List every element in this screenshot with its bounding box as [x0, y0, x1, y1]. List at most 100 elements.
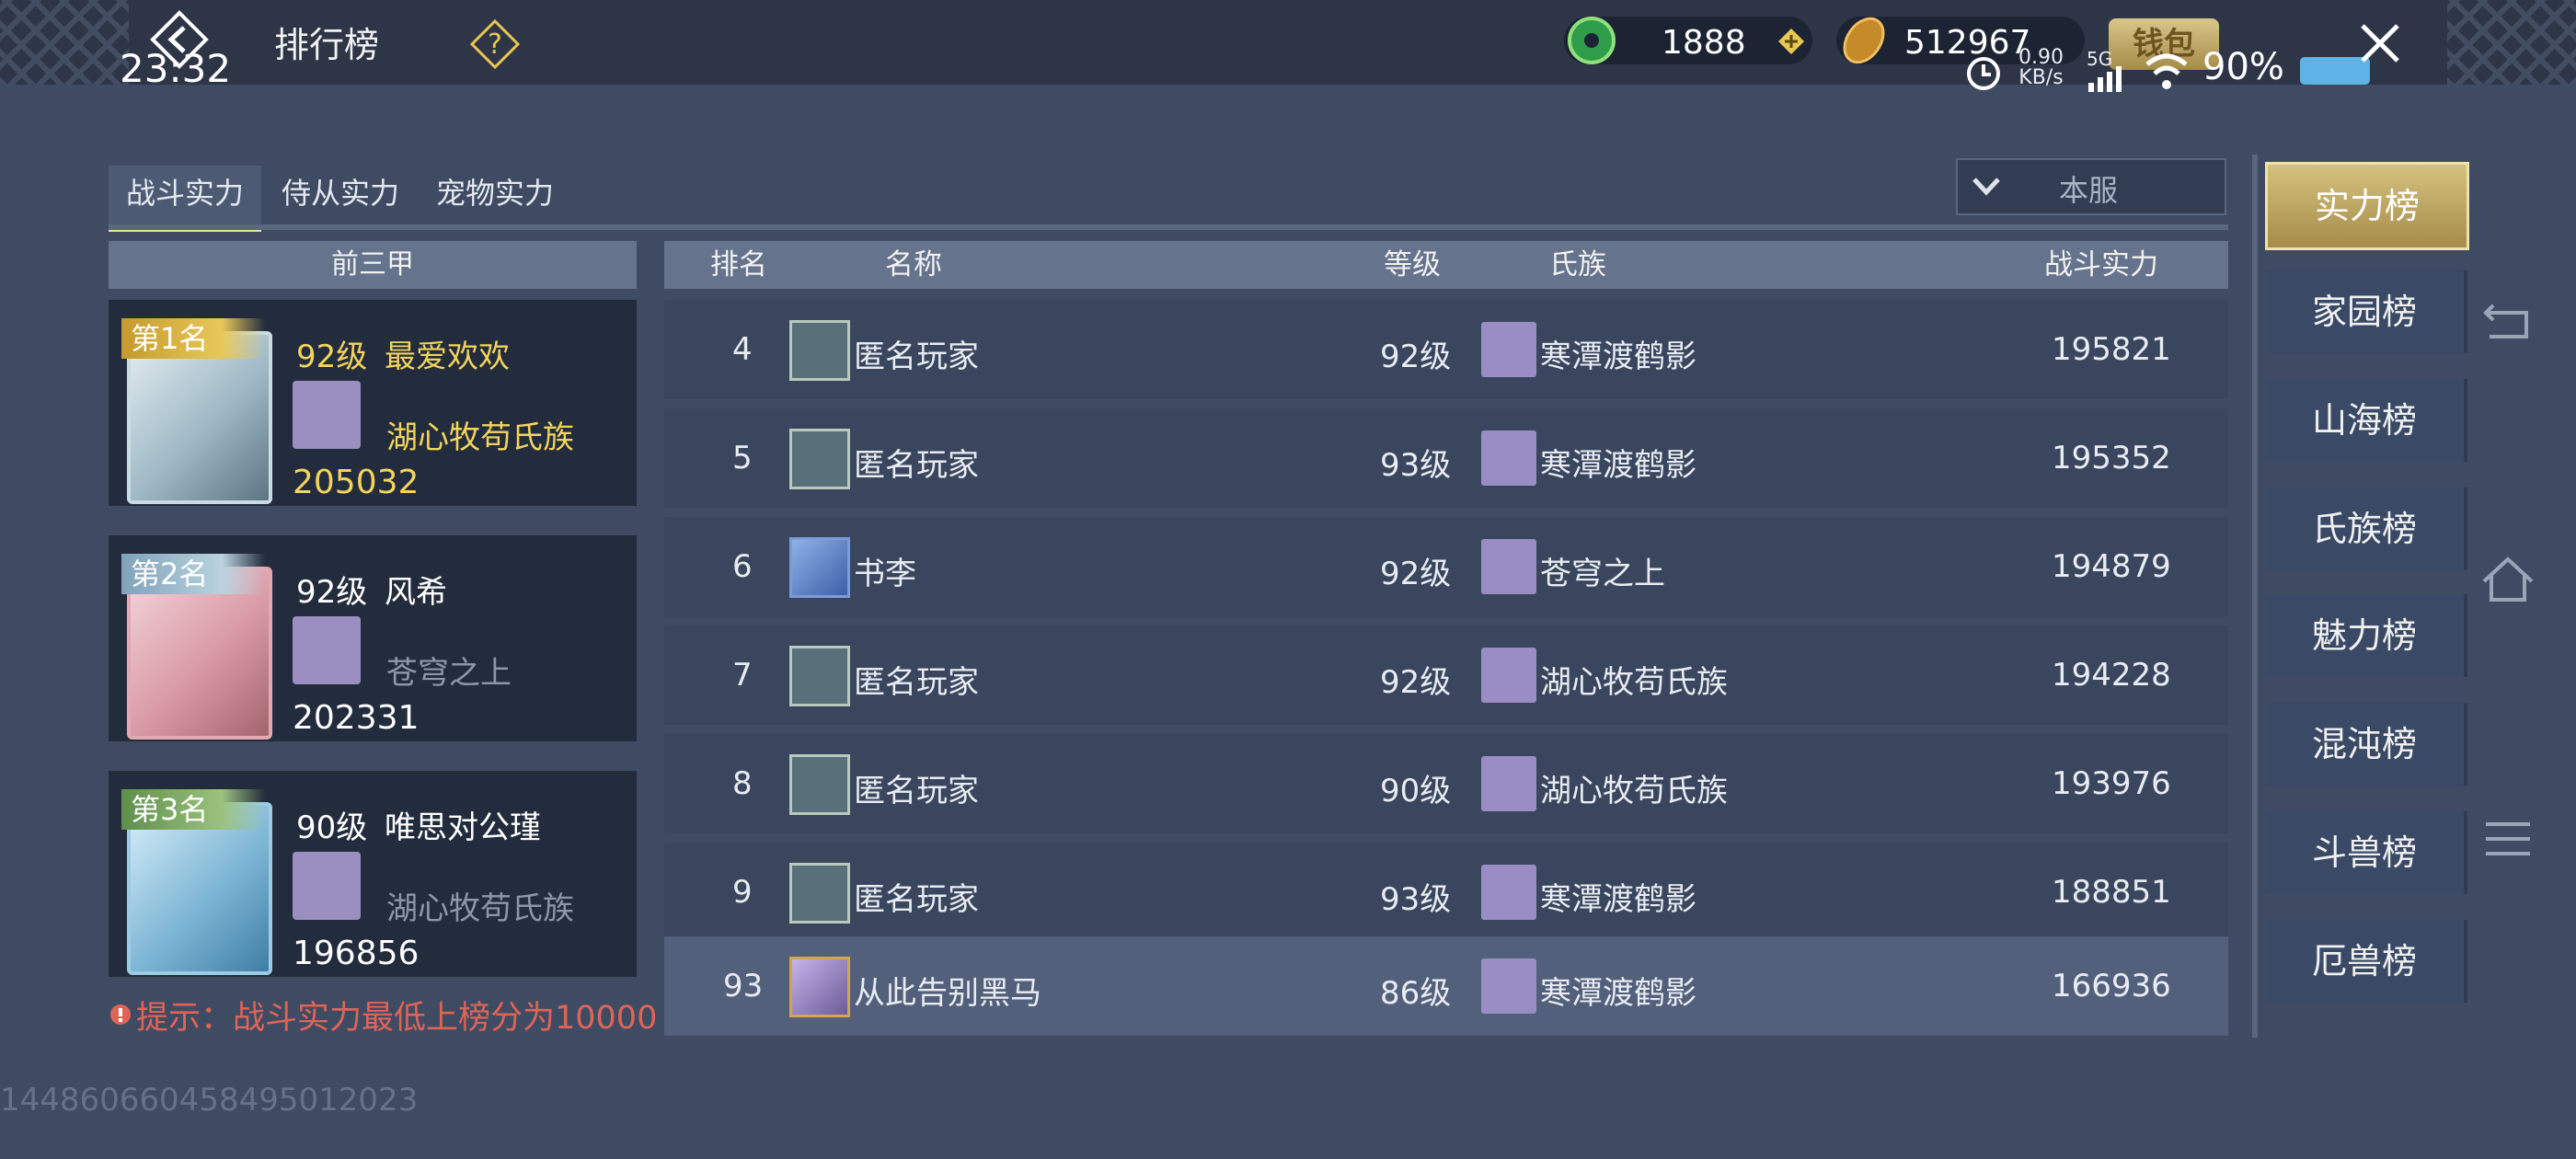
top3-card-1[interactable]: 第1名 92级 最爱欢欢 湖心牧苟氏族 205032: [109, 300, 637, 506]
tab-pet-power[interactable]: 宠物实力: [421, 166, 569, 228]
player-level: 92级: [296, 339, 368, 375]
table-row[interactable]: 9 匿名玩家 93级 寒潭渡鹤影 188851: [664, 843, 2228, 942]
player-level: 90级: [296, 809, 368, 846]
signal-icon: [2088, 66, 2122, 92]
warning-icon: [110, 1004, 131, 1025]
add-jade-icon[interactable]: [1777, 28, 1805, 55]
clan-emblem-icon: [1481, 865, 1536, 920]
sidebar-item-clan[interactable]: 氏族榜: [2265, 488, 2467, 570]
nav-home-icon[interactable]: [2478, 550, 2537, 609]
row-clan: 湖心牧苟氏族: [1540, 664, 1728, 701]
row-clan: 寒潭渡鹤影: [1540, 881, 1696, 918]
tab-retainer-power[interactable]: 侍从实力: [267, 166, 414, 228]
col-clan: 氏族: [1549, 248, 1606, 281]
row-rank: 93: [723, 968, 764, 1004]
top3-card-2[interactable]: 第2名 92级 风希 苍穹之上 202331: [109, 535, 637, 741]
col-level: 等级: [1384, 248, 1441, 281]
rank-badge: 第3名: [121, 789, 265, 830]
jade-amount: 1888: [1662, 24, 1746, 62]
row-power: 194228: [2052, 657, 2171, 694]
clan-name: 湖心牧苟氏族: [386, 419, 574, 456]
self-rank-row[interactable]: 93 从此告别黑马 86级 寒潭渡鹤影 166936: [664, 936, 2228, 1036]
anonymous-avatar-icon: [789, 429, 850, 489]
row-power: 195821: [2052, 331, 2171, 368]
svg-text:?: ?: [488, 29, 502, 61]
row-level: 93级: [1380, 447, 1452, 484]
server-select[interactable]: 本服: [1956, 158, 2226, 215]
jade-currency: 1888: [1564, 17, 1812, 64]
sidebar-item-home[interactable]: 家园榜: [2265, 270, 2467, 353]
clan-emblem-icon: [1481, 430, 1536, 486]
close-icon[interactable]: [2355, 18, 2405, 68]
row-name: 匿名玩家: [854, 339, 979, 375]
clan-emblem-icon: [1481, 322, 1536, 377]
chevron-down-icon: [1972, 178, 2000, 196]
col-rank: 排名: [710, 248, 767, 281]
jade-coin-icon: [1568, 17, 1616, 64]
row-clan: 寒潭渡鹤影: [1540, 975, 1696, 1012]
player-avatar: [789, 957, 850, 1017]
help-icon[interactable]: ?: [469, 18, 521, 70]
top3-card-3[interactable]: 第3名 90级 唯思对公瑾 湖心牧苟氏族 196856: [109, 771, 637, 977]
sidebar-item-calamity-beast[interactable]: 厄兽榜: [2265, 920, 2467, 1003]
nav-menu-icon[interactable]: [2478, 809, 2537, 868]
row-rank: 7: [732, 657, 753, 694]
tabs-divider: [109, 224, 2228, 230]
anonymous-avatar-icon: [789, 754, 850, 815]
sidebar-item-beast-fight[interactable]: 斗兽榜: [2265, 811, 2467, 894]
row-power: 193976: [2052, 765, 2171, 802]
corner-pattern: [2447, 0, 2576, 85]
status-time: 23:32: [120, 46, 232, 91]
row-clan: 寒潭渡鹤影: [1540, 339, 1696, 375]
row-name: 从此告别黑马: [854, 975, 1041, 1012]
anonymous-avatar-icon: [789, 863, 850, 924]
page-title: 排行榜: [274, 25, 380, 65]
sidebar-item-shanhai[interactable]: 山海榜: [2265, 379, 2467, 462]
table-row[interactable]: 4 匿名玩家 92级 寒潭渡鹤影 195821: [664, 300, 2228, 399]
ranking-tip: 提示：战斗实力最低上榜分为10000: [136, 1000, 658, 1037]
clan-emblem-icon: [1481, 648, 1536, 703]
clan-emblem-icon: [1481, 958, 1536, 1014]
clan-name: 湖心牧苟氏族: [386, 890, 574, 927]
table-row[interactable]: 6 书李 92级 苍穹之上 194879: [664, 517, 2228, 616]
player-level: 92级: [296, 574, 368, 611]
sidebar-item-power[interactable]: 实力榜: [2265, 162, 2469, 250]
row-level: 86级: [1380, 975, 1452, 1012]
clan-emblem-icon: [1481, 756, 1536, 811]
anonymous-avatar-icon: [789, 646, 850, 706]
tab-combat-power[interactable]: 战斗实力: [109, 166, 261, 232]
clan-emblem-icon: [293, 852, 361, 920]
player-name: 唯思对公瑾: [385, 809, 541, 846]
top3-header: 前三甲: [109, 241, 637, 289]
table-row[interactable]: 7 匿名玩家 92级 湖心牧苟氏族 194228: [664, 625, 2228, 725]
sidebar-divider: [2252, 155, 2258, 1038]
col-power: 战斗实力: [2044, 248, 2158, 281]
row-level: 92级: [1380, 556, 1452, 592]
row-name: 匿名玩家: [854, 664, 979, 701]
row-level: 90级: [1380, 773, 1452, 809]
nav-back-icon[interactable]: [2478, 293, 2537, 351]
clan-emblem-icon: [1481, 539, 1536, 594]
rank-badge: 第1名: [121, 318, 265, 359]
col-name: 名称: [885, 248, 942, 281]
table-row[interactable]: 5 匿名玩家 93级 寒潭渡鹤影 195352: [664, 408, 2228, 508]
row-level: 92级: [1380, 664, 1452, 701]
row-rank: 8: [732, 765, 753, 802]
row-power: 195352: [2052, 440, 2171, 476]
row-power: 194879: [2052, 548, 2171, 585]
rank-badge: 第2名: [121, 554, 265, 594]
sidebar-item-chaos[interactable]: 混沌榜: [2265, 703, 2467, 786]
table-row[interactable]: 8 匿名玩家 90级 湖心牧苟氏族 193976: [664, 734, 2228, 833]
clan-name: 苍穹之上: [386, 655, 512, 692]
gold-shell-icon: [1843, 17, 1885, 64]
clan-emblem-icon: [293, 616, 361, 684]
clan-emblem-icon: [293, 381, 361, 449]
row-level: 92级: [1380, 339, 1452, 375]
row-name: 匿名玩家: [854, 773, 979, 809]
anonymous-avatar-icon: [789, 320, 850, 381]
row-power: 188851: [2052, 874, 2171, 911]
row-rank: 5: [732, 440, 753, 476]
row-rank: 9: [732, 874, 753, 911]
sidebar-item-charm[interactable]: 魅力榜: [2265, 594, 2467, 677]
row-power: 166936: [2052, 968, 2171, 1004]
